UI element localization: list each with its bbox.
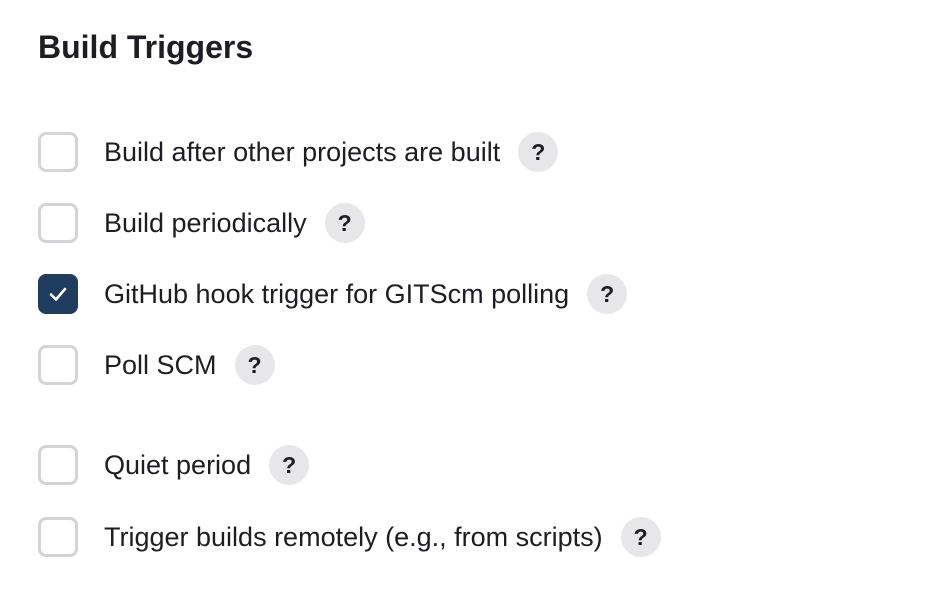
build-periodically-label[interactable]: Build periodically	[104, 203, 307, 243]
build-periodically-checkbox[interactable]	[38, 203, 78, 243]
github-hook-trigger-label[interactable]: GitHub hook trigger for GITScm polling	[104, 274, 569, 314]
trigger-build-after-other-projects[interactable]: Build after other projects are built ?	[38, 130, 559, 174]
help-icon[interactable]: ?	[234, 345, 275, 385]
trigger-quiet-period[interactable]: Quiet period ?	[38, 443, 310, 487]
help-icon[interactable]: ?	[620, 517, 661, 557]
trigger-poll-scm[interactable]: Poll SCM ?	[38, 343, 275, 387]
poll-scm-label[interactable]: Poll SCM	[104, 345, 217, 385]
github-hook-trigger-checkbox[interactable]	[38, 274, 78, 314]
help-icon[interactable]: ?	[269, 445, 310, 485]
quiet-period-label[interactable]: Quiet period	[104, 445, 251, 485]
trigger-builds-remotely[interactable]: Trigger builds remotely (e.g., from scri…	[38, 515, 661, 559]
help-icon[interactable]: ?	[587, 274, 628, 314]
trigger-builds-remotely-label[interactable]: Trigger builds remotely (e.g., from scri…	[104, 517, 603, 557]
section-title: Build Triggers	[38, 29, 254, 65]
trigger-build-periodically[interactable]: Build periodically ?	[38, 201, 365, 245]
trigger-github-hook[interactable]: GitHub hook trigger for GITScm polling ?	[38, 272, 628, 316]
quiet-period-checkbox[interactable]	[38, 445, 78, 485]
build-after-other-projects-label[interactable]: Build after other projects are built	[104, 132, 500, 172]
help-icon[interactable]: ?	[324, 203, 365, 243]
help-icon[interactable]: ?	[518, 132, 559, 172]
build-after-other-projects-checkbox[interactable]	[38, 132, 78, 172]
checkmark-icon	[49, 287, 67, 301]
trigger-builds-remotely-checkbox[interactable]	[38, 517, 78, 557]
poll-scm-checkbox[interactable]	[38, 345, 78, 385]
